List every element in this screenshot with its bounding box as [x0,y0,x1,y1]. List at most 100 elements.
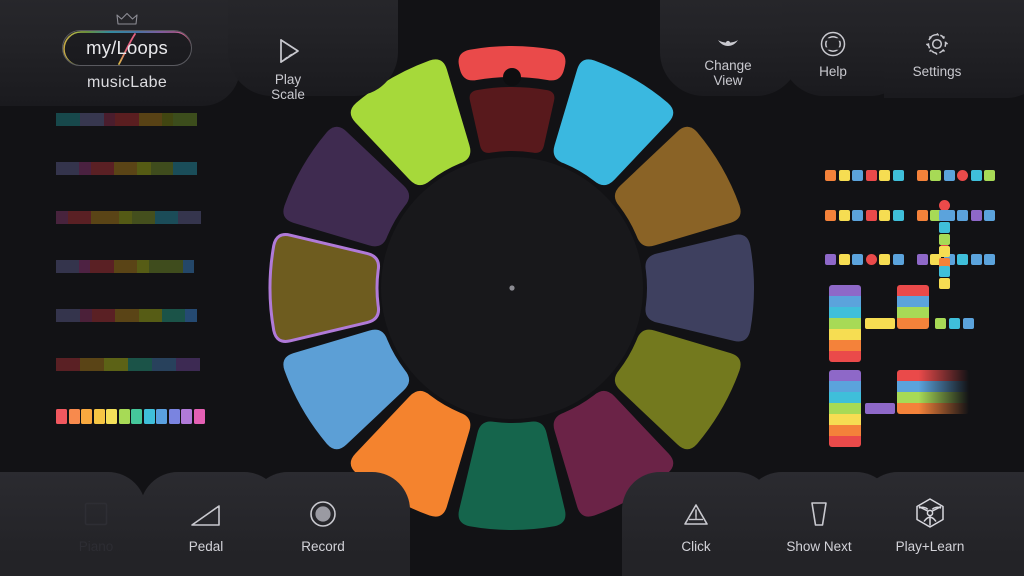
palette-swatch[interactable] [168,409,180,424]
pattern-band[interactable] [897,318,929,329]
palette-swatch[interactable] [81,409,92,424]
loop-cell[interactable] [151,162,173,175]
wheel-inner-segment[interactable] [469,87,555,153]
pattern-band[interactable] [897,370,969,381]
pattern-square[interactable] [970,254,982,265]
loop-cell[interactable] [183,260,194,273]
loop-cell[interactable] [114,260,137,273]
loop-cell[interactable] [137,162,151,175]
pattern-panel[interactable] [825,170,1005,447]
brand[interactable]: my/Loops musicLabe [62,12,192,92]
pattern-square[interactable] [943,170,955,181]
pattern-band[interactable] [829,296,861,307]
pattern-square[interactable] [939,266,950,277]
pattern-square[interactable] [939,222,950,233]
loop-cell[interactable] [56,211,68,224]
pattern-band[interactable] [829,425,861,436]
pattern-square[interactable] [865,170,877,181]
pattern-square[interactable] [865,210,877,221]
show-next-button[interactable]: Show Next [768,499,870,554]
pattern-square[interactable] [879,254,890,265]
loop-cell[interactable] [56,309,80,322]
pattern-square[interactable] [984,210,995,221]
loop-cell[interactable] [56,358,80,371]
loop-cell[interactable] [56,260,79,273]
pattern-bar[interactable] [865,403,895,414]
change-view-button[interactable]: Change View [678,32,778,88]
pattern-square[interactable] [838,254,850,265]
loop-cell[interactable] [149,260,183,273]
pattern-square[interactable] [939,278,950,289]
pattern-band[interactable] [829,285,861,296]
pattern-square[interactable] [825,254,836,265]
palette-swatch[interactable] [118,409,130,424]
pattern-stack[interactable] [897,370,969,414]
pattern-square[interactable] [892,254,904,265]
palette-swatch[interactable] [143,409,155,424]
loop-cell[interactable] [178,211,201,224]
pattern-square[interactable] [852,254,863,265]
palette-swatch[interactable] [106,409,117,424]
loop-cell[interactable] [56,113,80,126]
pattern-square[interactable] [916,254,928,265]
pattern-square[interactable] [957,254,968,265]
pedal-button[interactable]: Pedal [166,503,246,554]
pattern-dot[interactable] [865,254,877,265]
loop-cell[interactable] [162,309,185,322]
loop-cell[interactable] [91,211,119,224]
pattern-band[interactable] [829,329,861,340]
pattern-square[interactable] [957,210,968,221]
loop-cell[interactable] [185,309,197,322]
loop-cell[interactable] [119,211,132,224]
pattern-square[interactable] [939,234,950,245]
loop-cell[interactable] [115,113,139,126]
loop-track-row[interactable] [56,211,208,224]
wheel-segment-Fsharp[interactable] [458,421,566,530]
pattern-band[interactable] [897,296,929,307]
loop-cell[interactable] [152,358,176,371]
click-button[interactable]: Click [656,501,736,554]
pattern-band[interactable] [897,285,929,296]
pattern-square[interactable] [825,210,836,221]
loop-track-list[interactable] [56,113,208,371]
pattern-square[interactable] [879,170,890,181]
pattern-square[interactable] [984,254,995,265]
pattern-band[interactable] [829,340,861,351]
loop-cell[interactable] [80,113,104,126]
pattern-bar[interactable] [865,318,895,329]
pattern-square[interactable] [892,170,904,181]
loop-cell[interactable] [79,260,90,273]
loop-cell[interactable] [104,358,128,371]
pattern-band[interactable] [829,307,861,318]
pattern-column[interactable] [939,210,950,269]
palette-swatch[interactable] [68,409,80,424]
pattern-band[interactable] [897,381,969,392]
pattern-square[interactable] [930,170,941,181]
pattern-band[interactable] [829,436,861,447]
pattern-band[interactable] [897,307,929,318]
pattern-square[interactable] [838,170,850,181]
pattern-band[interactable] [829,414,861,425]
pattern-square[interactable] [838,210,850,221]
pattern-square[interactable] [916,170,928,181]
play-learn-button[interactable]: Play+Learn [878,497,982,554]
palette-swatch[interactable] [93,409,105,424]
loop-cell[interactable] [162,113,173,126]
pattern-square[interactable] [825,170,836,181]
palette-swatch[interactable] [56,409,67,424]
piano-button[interactable]: Piano [56,499,136,554]
help-button[interactable]: Help [790,30,876,79]
pattern-square[interactable] [939,210,950,221]
loop-cell[interactable] [80,358,104,371]
pattern-bar[interactable] [949,318,960,329]
pattern-dot[interactable] [957,170,968,181]
pattern-square[interactable] [892,210,904,221]
loop-track-row[interactable] [56,260,208,273]
pattern-band[interactable] [829,392,861,403]
loop-cell[interactable] [92,309,115,322]
loop-track-row[interactable] [56,309,208,322]
pattern-stack[interactable] [897,285,929,329]
pattern-band[interactable] [897,403,969,414]
palette-swatch[interactable] [181,409,192,424]
pattern-square[interactable] [852,170,863,181]
